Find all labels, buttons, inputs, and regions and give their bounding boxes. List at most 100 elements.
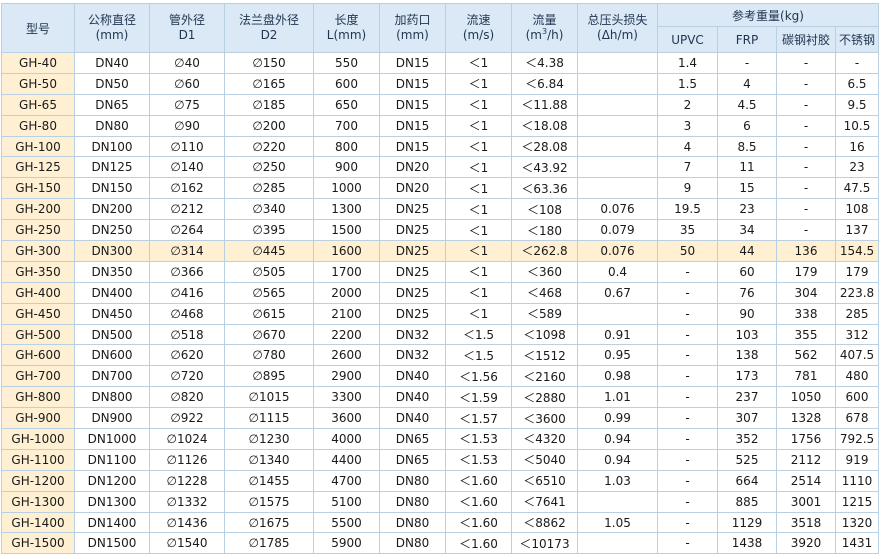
cell-dosing-port: DN25: [379, 198, 446, 221]
cell-flow: ＜18.08: [511, 114, 578, 137]
cell-nominal-diameter: DN1500: [74, 532, 150, 555]
cell-flow: ＜262.8: [511, 240, 578, 262]
cell-weight-upvc: -: [657, 344, 718, 367]
cell-dosing-port: DN80: [379, 490, 446, 513]
cell-weight-rubber-lined: -: [776, 156, 836, 179]
cell-length: 4000: [313, 428, 380, 450]
cell-weight-rubber-lined: -: [776, 198, 836, 221]
cell-flange-od: ∅1230: [224, 428, 314, 450]
cell-weight-frp: 23: [717, 198, 777, 221]
cell-weight-upvc: 4: [657, 135, 718, 158]
cell-model: GH-600: [1, 344, 75, 367]
cell-weight-upvc: -: [657, 490, 718, 513]
cell-weight-upvc: -: [657, 469, 718, 492]
cell-weight-frp: 4.5: [717, 93, 777, 116]
cell-weight-stainless: 312: [835, 323, 879, 346]
cell-flange-od: ∅780: [224, 344, 314, 367]
cell-model: GH-80: [1, 114, 75, 137]
cell-dosing-port: DN65: [379, 428, 446, 450]
cell-dosing-port: DN15: [379, 93, 446, 116]
cell-velocity: ＜1: [445, 93, 512, 116]
cell-length: 3300: [313, 386, 380, 409]
cell-weight-frp: 173: [717, 365, 777, 388]
cell-dosing-port: DN32: [379, 323, 446, 346]
cell-dosing-port: DN25: [379, 219, 446, 242]
cell-flow: ＜589: [511, 302, 578, 325]
cell-weight-upvc: 7: [657, 156, 718, 179]
cell-pipe-od: ∅314: [149, 240, 225, 262]
cell-nominal-diameter: DN50: [74, 72, 150, 95]
cell-weight-upvc: 9: [657, 177, 718, 200]
cell-weight-stainless: 1110: [835, 469, 879, 492]
cell-flange-od: ∅1785: [224, 532, 314, 555]
cell-length: 2000: [313, 281, 380, 304]
cell-velocity: ＜1: [445, 52, 512, 74]
cell-model: GH-450: [1, 302, 75, 325]
cell-length: 900: [313, 156, 380, 179]
cell-nominal-diameter: DN450: [74, 302, 150, 325]
cell-length: 5500: [313, 511, 380, 534]
cell-nominal-diameter: DN100: [74, 135, 150, 158]
cell-weight-rubber-lined: 355: [776, 323, 836, 346]
cell-dosing-port: DN15: [379, 114, 446, 137]
cell-flange-od: ∅1015: [224, 386, 314, 409]
cell-head-loss: [577, 114, 658, 137]
cell-nominal-diameter: DN1000: [74, 428, 150, 450]
cell-weight-stainless: 23: [835, 156, 879, 179]
cell-head-loss: [577, 177, 658, 200]
cell-weight-rubber-lined: 2514: [776, 469, 836, 492]
cell-nominal-diameter: DN300: [74, 240, 150, 262]
cell-dosing-port: DN15: [379, 135, 446, 158]
cell-velocity: ＜1.5: [445, 344, 512, 367]
cell-flow: ＜6.84: [511, 72, 578, 95]
cell-weight-frp: 11: [717, 156, 777, 179]
cell-model: GH-50: [1, 72, 75, 95]
cell-flow: ＜2160: [511, 365, 578, 388]
cell-length: 600: [313, 72, 380, 95]
cell-flange-od: ∅615: [224, 302, 314, 325]
table-body: GH-40 DN40 ∅40 ∅150 550 DN15 ＜1 ＜4.38 1.4- - - GH-5…: [1, 52, 879, 555]
cell-flow: ＜10173: [511, 532, 578, 555]
cell-weight-stainless: 678: [835, 407, 879, 430]
table-header: 型号 公称直径 (mm) 管外径 D1 法兰盘外径 D2 长度 L(mm) 加药口 (mm…: [1, 3, 879, 53]
cell-nominal-diameter: DN80: [74, 114, 150, 137]
cell-weight-stainless: 154.5: [835, 240, 879, 262]
cell-flow: ＜8862: [511, 511, 578, 534]
cell-weight-stainless: 1431: [835, 532, 879, 555]
cell-model: GH-1500: [1, 532, 75, 555]
cell-pipe-od: ∅140: [149, 156, 225, 179]
cell-velocity: ＜1.57: [445, 407, 512, 430]
table-row: GH-1000 DN1000 ∅1024 ∅1230 4000 DN65 ＜1.53 ＜432…: [1, 428, 879, 450]
table-row: GH-1200 DN1200 ∅1228 ∅1455 4700 DN80 ＜1.60 ＜651…: [1, 469, 879, 492]
cell-flange-od: ∅165: [224, 72, 314, 95]
cell-velocity: ＜1: [445, 260, 512, 283]
cell-head-loss: 0.94: [577, 428, 658, 450]
cell-head-loss: 1.05: [577, 511, 658, 534]
cell-velocity: ＜1: [445, 240, 512, 262]
cell-head-loss: 0.98: [577, 365, 658, 388]
cell-head-loss: [577, 93, 658, 116]
table-row: GH-65 DN65 ∅75 ∅185 650 DN15 ＜1 ＜11.88 2 4.5-9.5: [1, 93, 879, 116]
cell-weight-rubber-lined: 1328: [776, 407, 836, 430]
cell-nominal-diameter: DN200: [74, 198, 150, 221]
cell-weight-upvc: -: [657, 407, 718, 430]
table-row: GH-150 DN150 ∅162 ∅285 1000 DN20 ＜1 ＜63.36 9 15-4…: [1, 177, 879, 200]
cell-length: 650: [313, 93, 380, 116]
cell-pipe-od: ∅90: [149, 114, 225, 137]
header-weight-stainless: 不锈钢: [835, 26, 879, 53]
header-weight-rubber-lined: 碳钢衬胶: [776, 26, 836, 53]
cell-dosing-port: DN25: [379, 240, 446, 262]
cell-head-loss: 0.079: [577, 219, 658, 242]
cell-pipe-od: ∅1436: [149, 511, 225, 534]
header-velocity: 流速 (m/s): [445, 3, 512, 53]
cell-head-loss: 1.03: [577, 469, 658, 492]
cell-pipe-od: ∅212: [149, 198, 225, 221]
cell-length: 1500: [313, 219, 380, 242]
cell-model: GH-900: [1, 407, 75, 430]
cell-model: GH-1300: [1, 490, 75, 513]
cell-weight-stainless: 792.5: [835, 428, 879, 450]
cell-nominal-diameter: DN1400: [74, 511, 150, 534]
cell-length: 2900: [313, 365, 380, 388]
cell-dosing-port: DN40: [379, 365, 446, 388]
cell-flange-od: ∅395: [224, 219, 314, 242]
